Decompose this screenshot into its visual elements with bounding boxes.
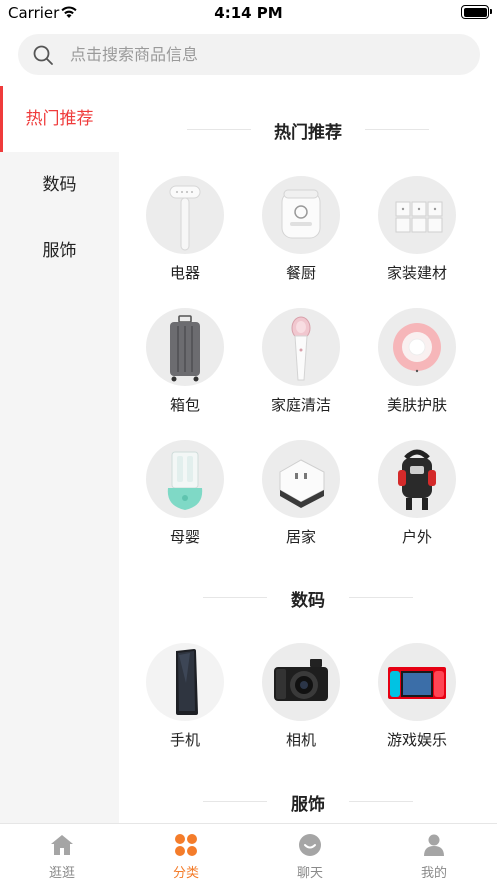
sidebar-item-digital[interactable]: 数码	[0, 152, 119, 218]
game-console-icon	[378, 643, 456, 721]
category-label: 游戏娱乐	[386, 731, 447, 749]
category-label: 家庭清洁	[270, 396, 331, 414]
category-icon	[175, 834, 197, 856]
sidebar-item-label: 数码	[42, 175, 77, 195]
category-label: 箱包	[169, 396, 200, 414]
chat-icon	[299, 834, 321, 856]
section-title-apparel: 服饰	[291, 795, 325, 815]
sidebar-item-apparel[interactable]: 服饰	[0, 218, 119, 284]
category-label: 餐厨	[285, 264, 316, 282]
search-input[interactable]: 点击搜索商品信息	[70, 34, 198, 75]
sidebar-item-label: 热门推荐	[25, 109, 94, 129]
category-label: 居家	[285, 528, 316, 546]
backpack-icon	[378, 440, 456, 518]
sidebar-item-label: 服饰	[42, 241, 77, 261]
category-label: 相机	[285, 731, 316, 749]
steamer-icon	[146, 176, 224, 254]
bottom-tab-bar: 逛逛 分类 聊天 我的	[0, 823, 497, 883]
camera-icon	[262, 643, 340, 721]
category-content: 热门推荐 电器 餐厨 家装建材 箱包 家庭清洁 美肤护肤 母婴 居家 户外 数码…	[119, 86, 497, 823]
active-indicator	[0, 86, 3, 152]
category-label: 母婴	[169, 528, 200, 546]
category-label: 美肤护肤	[386, 396, 447, 414]
tab-profile[interactable]: 我的	[372, 824, 496, 883]
bottle-sterilizer-icon	[146, 440, 224, 518]
tab-label: 分类	[172, 866, 199, 881]
tab-category[interactable]: 分类	[124, 824, 248, 883]
suitcase-icon	[146, 308, 224, 386]
category-label: 手机	[169, 731, 200, 749]
facial-device-icon	[262, 308, 340, 386]
smart-plug-icon	[262, 440, 340, 518]
tab-browse[interactable]: 逛逛	[0, 824, 124, 883]
status-bar: Carrier 4:14 PM	[0, 0, 497, 26]
tab-label: 聊天	[296, 866, 323, 881]
switch-panel-icon	[378, 176, 456, 254]
tab-label: 我的	[420, 866, 447, 881]
rice-cooker-icon	[262, 176, 340, 254]
phone-icon	[146, 643, 224, 721]
search-bar[interactable]: 点击搜索商品信息	[18, 34, 480, 75]
home-icon	[51, 835, 73, 855]
category-sidebar: 热门推荐 数码 服饰	[0, 86, 119, 823]
beauty-device-icon	[378, 308, 456, 386]
tab-chat[interactable]: 聊天	[248, 824, 372, 883]
section-title-digital: 数码	[291, 591, 325, 611]
search-icon	[33, 45, 53, 65]
section-title-hot: 热门推荐	[274, 123, 342, 143]
category-label: 电器	[169, 264, 200, 282]
tab-label: 逛逛	[48, 866, 75, 881]
battery-fill	[463, 7, 487, 17]
category-label: 户外	[401, 528, 432, 546]
category-label: 家装建材	[386, 264, 447, 282]
status-time: 4:14 PM	[214, 4, 283, 22]
profile-icon	[424, 834, 444, 856]
sidebar-item-hot[interactable]: 热门推荐	[0, 86, 119, 152]
battery-icon	[461, 5, 492, 19]
